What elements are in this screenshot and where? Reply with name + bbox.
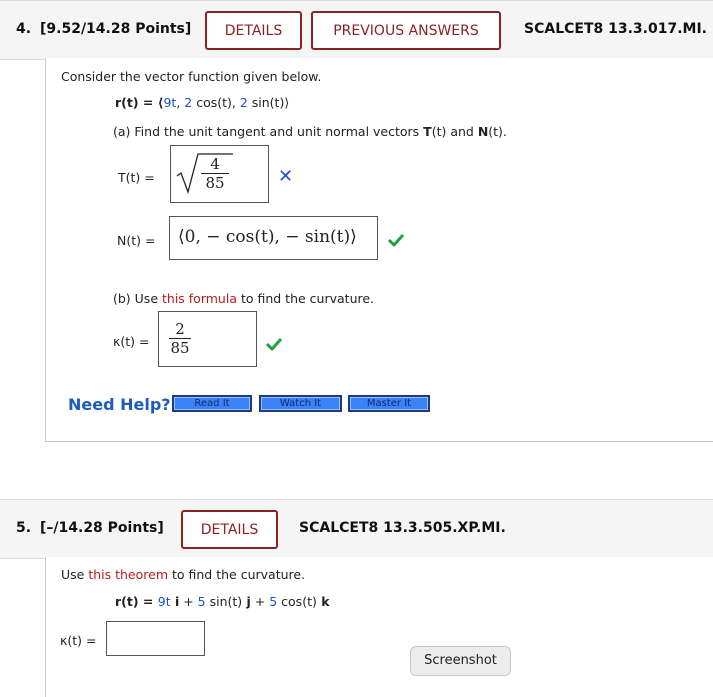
N-answer-text: ⟨0, − cos(t), − sin(t)⟩ [178, 227, 357, 247]
part-a-end: (t). [488, 124, 507, 139]
r-sep-3: sin(t)⟩ [247, 95, 290, 110]
q5-k-unit: k [316, 594, 330, 609]
r-vector-label: r(t) = ⟨ [115, 95, 164, 110]
watch-it-button[interactable]: Watch It [259, 395, 342, 412]
part-b-suffix: to find the curvature. [236, 291, 375, 306]
q5-coef-1: 9t [157, 594, 171, 609]
q5-coef-2: 5 [197, 594, 206, 609]
q5-j-unit: j [242, 594, 251, 609]
q5-points: [–/14.28 Points] [40, 520, 164, 536]
q5-coef-3: 5 [269, 594, 278, 609]
q5-intro-prefix: Use [61, 567, 89, 582]
q5-intro-suffix: to find the curvature. [168, 567, 306, 582]
r-sep-2: cos(t), [192, 95, 240, 110]
incorrect-x-icon: ✕ [278, 166, 294, 187]
T-label: T(t) = [118, 170, 155, 185]
part-b-prefix: (b) Use [113, 291, 162, 306]
N-label: N(t) = [117, 233, 156, 248]
q5-r-function: r(t) = 9t i + 5 sin(t) j + 5 cos(t) k [115, 594, 330, 609]
this-formula-link[interactable]: this formula [162, 291, 237, 306]
q5-plus-2: + [250, 594, 270, 609]
kappa-fraction: 2 85 [169, 321, 191, 357]
q5-code: SCALCET8 13.3.505.XP.MI. [299, 520, 506, 536]
need-help-label: Need Help? [68, 395, 171, 414]
q5-cos: cos(t) [277, 594, 317, 609]
master-it-button[interactable]: Master It [348, 395, 430, 412]
r-coef-3: 2 [239, 95, 248, 110]
kappa-label: κ(t) = [113, 334, 150, 349]
q5-sin: sin(t) [205, 594, 243, 609]
part-a-mid: (t) and [431, 124, 478, 139]
T-denominator: 85 [205, 174, 225, 192]
q4-r-function: r(t) = ⟨9t, 2 cos(t), 2 sin(t)⟩ [115, 95, 289, 110]
T-answer-box[interactable]: 4 85 [170, 145, 269, 203]
q4-intro: Consider the vector function given below… [61, 69, 322, 84]
N-answer-box[interactable]: ⟨0, − cos(t), − sin(t)⟩ [169, 216, 378, 260]
part-a-N: N [477, 124, 489, 139]
q4-part-a: (a) Find the unit tangent and unit norma… [113, 124, 507, 139]
kappa-answer-box[interactable]: 2 85 [158, 311, 257, 367]
q4-details-button[interactable]: DETAILS [205, 11, 302, 50]
T-fraction: 4 85 [201, 156, 229, 192]
q5-number: 5. [16, 520, 32, 536]
q5-plus-1: + [179, 594, 198, 609]
this-theorem-link[interactable]: this theorem [88, 567, 168, 582]
q4-number: 4. [16, 21, 32, 37]
q5-kappa-input[interactable] [106, 621, 205, 656]
r-coef-1: 9t [163, 95, 177, 110]
q5-i-unit: i [170, 594, 180, 609]
q4-previous-answers-button[interactable]: PREVIOUS ANSWERS [311, 11, 501, 50]
q4-part-b: (b) Use this formula to find the curvatu… [113, 291, 374, 306]
kappa-denominator: 85 [170, 339, 190, 357]
kappa-numerator: 2 [169, 321, 191, 339]
part-a-T: T [423, 124, 432, 139]
correct-check-icon [265, 336, 283, 355]
q4-points: [9.52/14.28 Points] [40, 21, 192, 37]
screenshot-tooltip: Screenshot [410, 646, 511, 676]
q4-panel [45, 58, 713, 442]
correct-check-icon [387, 232, 405, 251]
q5-intro: Use this theorem to find the curvature. [61, 567, 305, 582]
read-it-button[interactable]: Read It [172, 395, 252, 412]
q5-r-label: r(t) = [115, 594, 158, 609]
part-a-prefix: (a) Find the unit tangent and unit norma… [113, 124, 424, 139]
q4-code: SCALCET8 13.3.017.MI. [524, 21, 707, 37]
T-numerator: 4 [201, 156, 229, 174]
q5-details-button[interactable]: DETAILS [181, 510, 278, 549]
q5-kappa-label: κ(t) = [60, 633, 97, 648]
